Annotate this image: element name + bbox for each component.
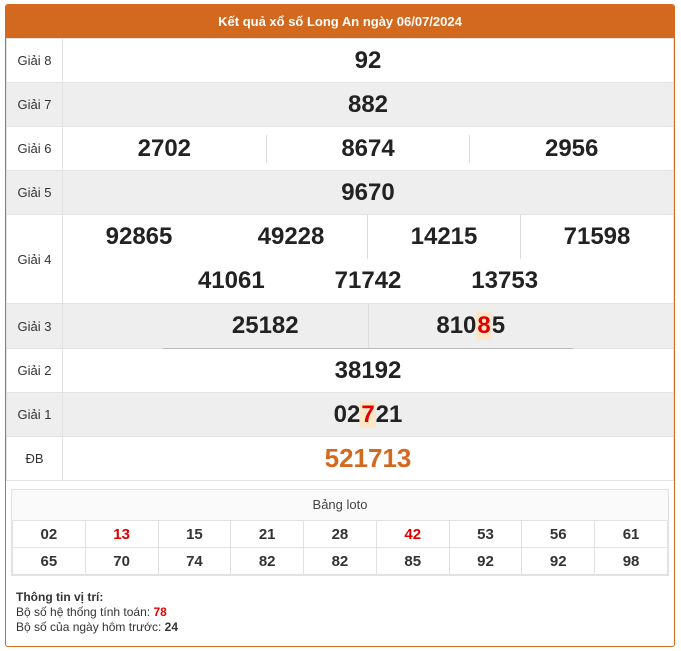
loto-row: 65 70 74 82 82 85 92 92 98: [12, 547, 668, 575]
info-value: 24: [164, 620, 178, 634]
loto-cell: 21: [230, 520, 305, 548]
loto-cell: 56: [521, 520, 596, 548]
prize-number: 9670: [62, 170, 674, 215]
prize-number: 38192: [62, 348, 674, 393]
prize-number: 8674: [265, 134, 470, 163]
loto-row: 02 13 15 21 28 42 53 56 61: [12, 520, 668, 548]
row-g2: Giải 2 38192: [6, 348, 674, 393]
row-db: ĐB 521713: [6, 436, 674, 481]
loto-cell: 70: [84, 547, 159, 575]
highlighted-digit: 7: [360, 400, 376, 428]
prize-number: 02721: [62, 392, 674, 437]
loto-cell: 15: [157, 520, 232, 548]
prize-label: Giải 5: [6, 170, 63, 215]
row-g3: Giải 3 25182 810 8 5: [6, 303, 674, 349]
results-table: Giải 8 92 Giải 7 882 Giải 6 2702 8674 29…: [6, 38, 674, 481]
loto-cell: 02: [12, 520, 86, 548]
prize-number: 14215: [367, 215, 520, 259]
prize-number: 2702: [137, 134, 192, 162]
row-g1: Giải 1 02721: [6, 392, 674, 437]
loto-cell: 82: [303, 547, 377, 575]
row-g7: Giải 7 882: [6, 82, 674, 127]
prize-label: Giải 7: [6, 82, 63, 127]
prize-label: Giải 3: [6, 303, 63, 349]
loto-cell: 98: [594, 547, 668, 575]
results-panel: Kết quả xổ số Long An ngày 06/07/2024 Gi…: [5, 4, 675, 647]
loto-cell: 42: [375, 520, 450, 548]
prize-label: Giải 6: [6, 126, 63, 171]
loto-cell: 74: [157, 547, 232, 575]
divider: [163, 348, 573, 349]
row-g6: Giải 6 2702 8674 2956: [6, 126, 674, 171]
prize-number: 810 8 5: [367, 304, 574, 348]
prize-label: Giải 8: [6, 38, 63, 83]
info-line-system: Bộ số hệ thống tính toán: 78: [16, 605, 167, 619]
loto-table: 02 13 15 21 28 42 53 56 61 65 70 74 82 8…: [12, 520, 668, 575]
special-prize-number: 521713: [62, 436, 674, 481]
highlighted-digit: 8: [476, 312, 492, 340]
row-g8: Giải 8 92: [6, 38, 674, 83]
prize-number: 41061: [197, 267, 265, 294]
prize-label: Giải 2: [6, 348, 63, 393]
loto-cell: 28: [303, 520, 377, 548]
info-title: Thông tin vị trí:: [16, 590, 104, 604]
info-line-previous: Bộ số của ngày hôm trước: 24: [16, 620, 178, 634]
prize-number: 49228: [257, 223, 325, 250]
loto-cell: 82: [230, 547, 305, 575]
loto-title: Bảng loto: [312, 497, 368, 512]
loto-cell: 92: [448, 547, 523, 575]
info-value: 78: [153, 605, 167, 619]
prize-number: 2956: [469, 134, 673, 163]
loto-cell: 92: [521, 547, 596, 575]
loto-cell: 65: [12, 547, 86, 575]
prize-number: 71598: [520, 215, 673, 259]
loto-cell: 13: [84, 520, 159, 548]
row-g4: Giải 4 92865 49228 14215 71598 41061 717…: [6, 214, 674, 304]
prize-label: Giải 4: [6, 214, 63, 304]
prize-number: 92: [62, 38, 674, 83]
prize-number: 25182: [231, 312, 299, 339]
loto-board: Bảng loto 02 13 15 21 28 42 53 56 61 65 …: [11, 489, 669, 576]
row-g5: Giải 5 9670: [6, 170, 674, 215]
prize-label: ĐB: [6, 436, 63, 481]
loto-cell: 53: [448, 520, 523, 548]
prize-number: 882: [62, 82, 674, 127]
prize-number: 92865: [105, 223, 173, 250]
prize-number: 71742: [334, 267, 402, 294]
position-info: Thông tin vị trí: Bộ số hệ thống tính to…: [6, 576, 674, 635]
panel-title: Kết quả xổ số Long An ngày 06/07/2024: [6, 5, 674, 38]
prize-number: 13753: [471, 267, 539, 294]
loto-cell: 85: [375, 547, 450, 575]
loto-cell: 61: [594, 520, 668, 548]
prize-label: Giải 1: [6, 392, 63, 437]
